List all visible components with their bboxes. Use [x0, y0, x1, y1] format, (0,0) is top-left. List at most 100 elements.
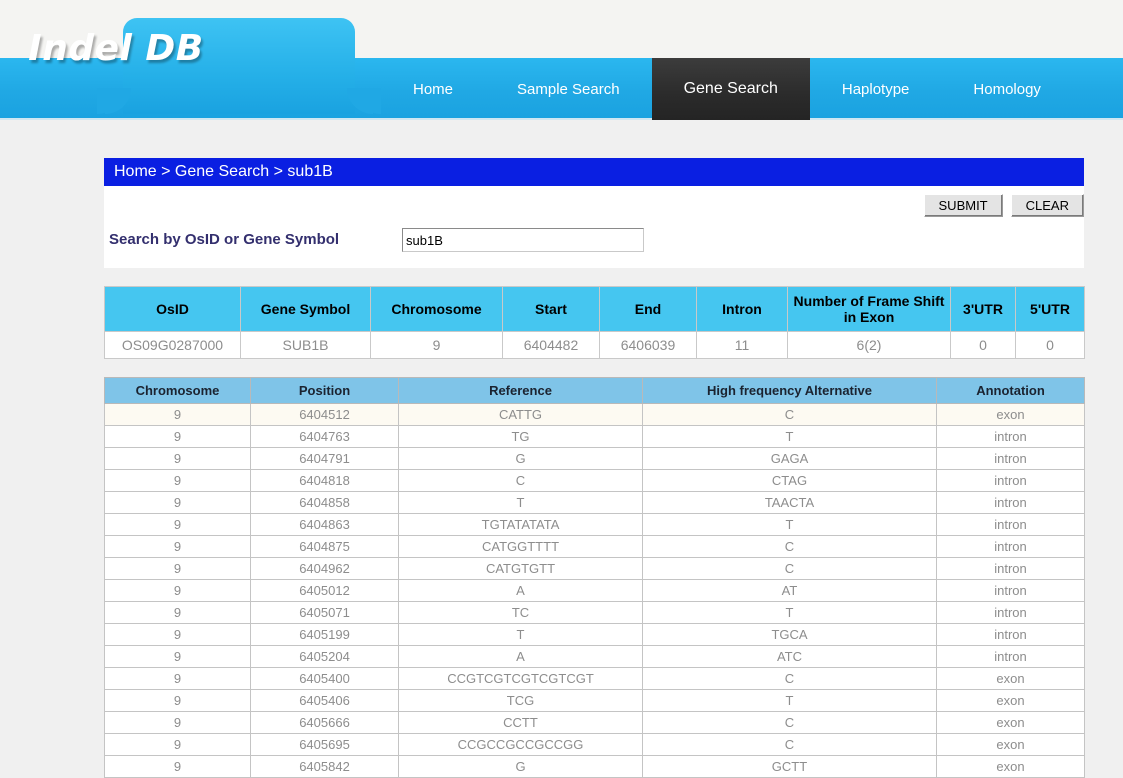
variant-td-annotation: exon [936, 711, 1085, 735]
variant-td-alternative: C [642, 557, 937, 581]
variant-td-annotation: exon [936, 755, 1085, 778]
variant-td-position: 6405199 [250, 623, 399, 647]
variant-td-annotation: intron [936, 447, 1085, 471]
variant-td-reference: CCTT [398, 711, 643, 735]
variant-td-chromosome: 9 [104, 403, 251, 427]
table-row: 9 6405012 A AT intron [104, 579, 1085, 603]
variant-td-position: 6404863 [250, 513, 399, 537]
variant-td-reference: CATTG [398, 403, 643, 427]
variant-td-chromosome: 9 [104, 667, 251, 691]
variant-td-alternative: ATC [642, 645, 937, 669]
nav-item-homology[interactable]: Homology [941, 58, 1073, 120]
gene-td-end: 6406039 [599, 331, 697, 360]
variant-td-chromosome: 9 [104, 755, 251, 778]
gene-th-start: Start [502, 285, 600, 333]
gene-th-3utr: 3'UTR [950, 285, 1016, 333]
gene-td-3utr: 0 [950, 331, 1016, 360]
variant-table: Chromosome Position Reference High frequ… [104, 377, 1085, 778]
variant-td-reference: TG [398, 425, 643, 449]
variant-td-annotation: exon [936, 689, 1085, 713]
variant-td-position: 6404875 [250, 535, 399, 559]
main-navigation: Home Sample Search Gene Search Haplotype… [355, 58, 1073, 120]
variant-td-annotation: intron [936, 513, 1085, 537]
gene-th-5utr: 5'UTR [1015, 285, 1085, 333]
gene-summary-table: OsID Gene Symbol Chromosome Start End In… [104, 285, 1085, 360]
variant-td-position: 6405842 [250, 755, 399, 778]
gene-th-frameshift: Number of Frame Shift in Exon [787, 285, 951, 333]
nav-item-sample-search[interactable]: Sample Search [485, 58, 652, 120]
table-row: 9 6405071 TC Tintron [104, 601, 1085, 625]
variant-td-chromosome: 9 [104, 425, 251, 449]
nav-item-haplotype[interactable]: Haplotype [810, 58, 942, 120]
page-content: Home > Gene Search > sub1B SUBMIT CLEAR … [104, 120, 1085, 778]
variant-td-chromosome: 9 [104, 557, 251, 581]
variant-td-alternative: AT [642, 579, 937, 603]
table-row: 9 6404818 C CTAG intron [104, 469, 1085, 493]
table-row: 9 6404863 TGTATATATA Tintron [104, 513, 1085, 537]
table-row: 9 6404763 TG Tintron [104, 425, 1085, 449]
table-row: 9 6405199 T TGCA intron [104, 623, 1085, 647]
variant-td-chromosome: 9 [104, 733, 251, 757]
variant-td-annotation: intron [936, 601, 1085, 625]
variant-td-reference: TC [398, 601, 643, 625]
variant-block: Chromosome Position Reference High frequ… [104, 377, 1085, 778]
variant-td-alternative: C [642, 711, 937, 735]
table-row: 9 6405204 A ATC intron [104, 645, 1085, 669]
variant-td-reference: CCGTCGTCGTCGTCGT [398, 667, 643, 691]
variant-td-position: 6404818 [250, 469, 399, 493]
gene-td-start: 6404482 [502, 331, 600, 360]
gene-th-gene-symbol: Gene Symbol [240, 285, 371, 333]
submit-button[interactable]: SUBMIT [923, 194, 1003, 217]
variant-td-alternative: TGCA [642, 623, 937, 647]
table-row: 9 6405400 CCGTCGTCGTCGTCGT Cexon [104, 667, 1085, 691]
breadcrumb: Home > Gene Search > sub1B [104, 158, 1084, 186]
variant-td-position: 6404763 [250, 425, 399, 449]
variant-td-chromosome: 9 [104, 601, 251, 625]
table-row: OS09G0287000 SUB1B 9 6404482 6406039 11 … [104, 331, 1085, 360]
table-row: 9 6404962 CATGTGTT Cintron [104, 557, 1085, 581]
variant-th-annotation: Annotation [936, 377, 1085, 405]
variant-td-chromosome: 9 [104, 469, 251, 493]
variant-td-chromosome: 9 [104, 623, 251, 647]
nav-item-haplotype-label: Haplotype [841, 80, 910, 98]
variant-td-reference: CCGCCGCCGCCGG [398, 733, 643, 757]
variant-td-chromosome: 9 [104, 535, 251, 559]
gene-th-intron: Intron [696, 285, 788, 333]
nav-item-gene-search-label: Gene Search [683, 80, 778, 97]
variant-td-reference: T [398, 623, 643, 647]
variant-td-annotation: exon [936, 733, 1085, 757]
variant-td-alternative: T [642, 513, 937, 537]
variant-th-alternative: High frequency Alternative [642, 377, 937, 405]
variant-td-alternative: T [642, 689, 937, 713]
variant-td-alternative: C [642, 667, 937, 691]
variant-td-annotation: intron [936, 579, 1085, 603]
variant-td-alternative: GAGA [642, 447, 937, 471]
gene-td-gene-symbol: SUB1B [240, 331, 371, 360]
variant-td-chromosome: 9 [104, 689, 251, 713]
gene-td-5utr: 0 [1015, 331, 1085, 360]
variant-td-position: 6405406 [250, 689, 399, 713]
clear-button[interactable]: CLEAR [1010, 194, 1084, 217]
gene-summary-block: OsID Gene Symbol Chromosome Start End In… [104, 285, 1085, 360]
search-input[interactable] [402, 228, 644, 252]
nav-item-gene-search[interactable]: Gene Search [651, 58, 810, 120]
variant-td-position: 6405695 [250, 733, 399, 757]
variant-td-chromosome: 9 [104, 447, 251, 471]
variant-td-annotation: intron [936, 425, 1085, 449]
variant-td-position: 6405012 [250, 579, 399, 603]
variant-td-reference: C [398, 469, 643, 493]
variant-td-reference: G [398, 755, 643, 778]
variant-td-reference: T [398, 491, 643, 515]
variant-td-chromosome: 9 [104, 513, 251, 537]
table-row: 9 6405842 G GCTT exon [104, 755, 1085, 778]
variant-td-reference: CATGTGTT [398, 557, 643, 581]
variant-td-position: 6404791 [250, 447, 399, 471]
variant-td-reference: CATGGTTTT [398, 535, 643, 559]
variant-td-annotation: intron [936, 557, 1085, 581]
variant-td-alternative: CTAG [642, 469, 937, 493]
gene-th-end: End [599, 285, 697, 333]
table-row: 9 6404512 CATTG Cexon [104, 403, 1085, 427]
gene-th-chromosome: Chromosome [370, 285, 503, 333]
nav-item-sample-search-label: Sample Search [517, 80, 620, 98]
site-header: Indel DB Home Sample Search Gene Search … [0, 0, 1123, 120]
